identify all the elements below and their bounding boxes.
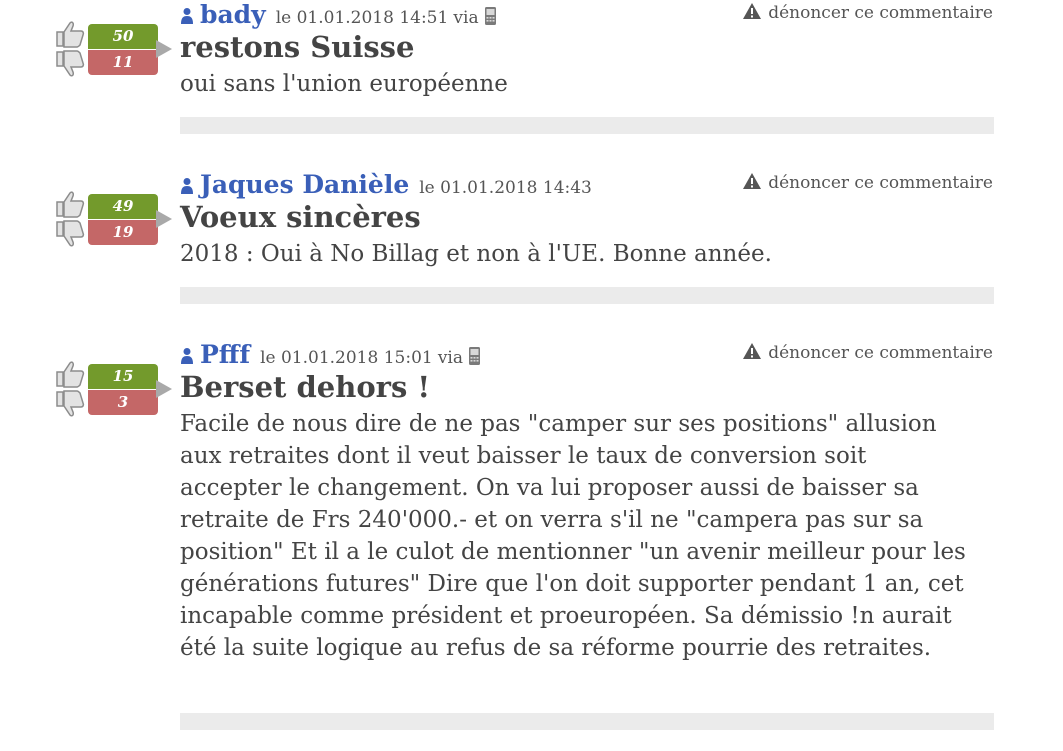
comment: 15 3 Pfff le 01.01.2018 15:01 via dénonce… bbox=[0, 340, 1063, 751]
mobile-phone-icon bbox=[468, 346, 481, 366]
comment-header: Pfff le 01.01.2018 15:01 via bbox=[180, 340, 481, 369]
report-label[interactable]: dénoncer ce commentaire bbox=[768, 173, 993, 193]
thumbs-up-icon[interactable] bbox=[54, 20, 88, 48]
via-label: via bbox=[437, 348, 463, 368]
thumbs-down-icon[interactable] bbox=[54, 50, 88, 78]
report-comment-link[interactable]: dénoncer ce commentaire bbox=[742, 342, 993, 363]
comment-body: oui sans l'union européenne bbox=[180, 71, 508, 97]
report-comment-link[interactable]: dénoncer ce commentaire bbox=[742, 2, 993, 23]
comment-header: Jaques Danièle le 01.01.2018 14:43 bbox=[180, 170, 592, 199]
comment-title: restons Suisse bbox=[180, 30, 415, 64]
vote-widget: 49 19 bbox=[54, 190, 160, 250]
comment-header: bady le 01.01.2018 14:51 via bbox=[180, 0, 497, 29]
thumbs-up-icon[interactable] bbox=[54, 190, 88, 218]
vote-widget: 15 3 bbox=[54, 360, 160, 420]
author-name[interactable]: bady bbox=[200, 0, 266, 29]
dislike-count[interactable]: 3 bbox=[88, 390, 158, 415]
warning-icon bbox=[742, 172, 762, 190]
comment-title: Berset dehors ! bbox=[180, 370, 431, 404]
pointer-arrow bbox=[156, 210, 172, 228]
warning-icon bbox=[742, 2, 762, 20]
comment-title: Voeux sincères bbox=[180, 200, 421, 234]
report-label[interactable]: dénoncer ce commentaire bbox=[768, 343, 993, 363]
report-comment-link[interactable]: dénoncer ce commentaire bbox=[742, 172, 993, 193]
comment-date: le 01.01.2018 14:51 bbox=[275, 8, 449, 28]
author-name[interactable]: Jaques Danièle bbox=[200, 170, 409, 199]
pointer-arrow bbox=[156, 40, 172, 58]
comment: 50 11 bady le 01.01.2018 14:51 via dénonc… bbox=[0, 0, 1063, 140]
comment-separator bbox=[180, 287, 994, 304]
report-label[interactable]: dénoncer ce commentaire bbox=[768, 3, 993, 23]
author-name[interactable]: Pfff bbox=[200, 340, 250, 369]
thumbs-down-icon[interactable] bbox=[54, 220, 88, 248]
user-icon bbox=[180, 7, 194, 25]
mobile-phone-icon bbox=[484, 6, 497, 26]
like-count[interactable]: 15 bbox=[88, 364, 158, 389]
comment: 49 19 Jaques Danièle le 01.01.2018 14:43 … bbox=[0, 170, 1063, 310]
user-icon bbox=[180, 347, 194, 365]
dislike-count[interactable]: 19 bbox=[88, 220, 158, 245]
thumbs-up-icon[interactable] bbox=[54, 360, 88, 388]
comment-body: 2018 : Oui à No Billag et non à l'UE. Bo… bbox=[180, 241, 772, 267]
like-count[interactable]: 50 bbox=[88, 24, 158, 49]
warning-icon bbox=[742, 342, 762, 360]
dislike-count[interactable]: 11 bbox=[88, 50, 158, 75]
comment-separator bbox=[180, 117, 994, 134]
like-count[interactable]: 49 bbox=[88, 194, 158, 219]
comment-date: le 01.01.2018 14:43 bbox=[419, 178, 592, 198]
thumbs-down-icon[interactable] bbox=[54, 390, 88, 418]
comment-separator bbox=[180, 713, 994, 730]
comment-date: le 01.01.2018 15:01 bbox=[260, 348, 433, 368]
user-icon bbox=[180, 177, 194, 195]
via-label: via bbox=[453, 8, 479, 28]
comment-body: Facile de nous dire de ne pas "camper su… bbox=[180, 411, 966, 661]
vote-widget: 50 11 bbox=[54, 20, 160, 80]
pointer-arrow bbox=[156, 380, 172, 398]
